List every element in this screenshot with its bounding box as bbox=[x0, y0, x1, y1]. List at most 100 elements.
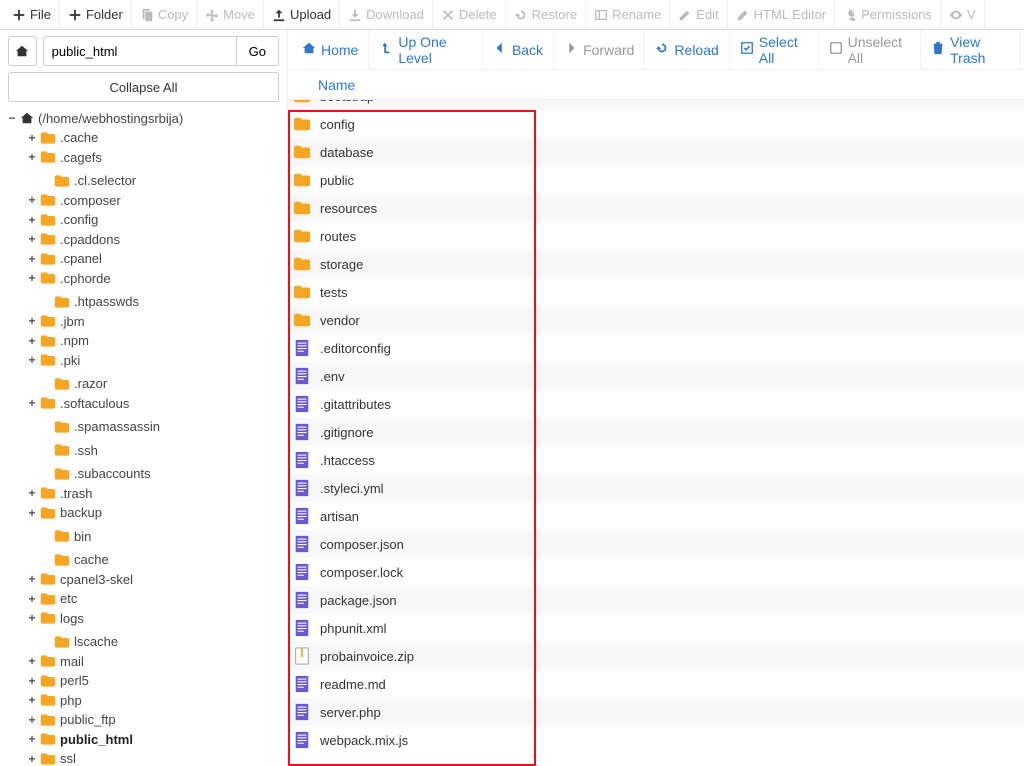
new-folder-button[interactable]: Folder bbox=[60, 0, 132, 29]
tree-item-label[interactable]: .htpasswds bbox=[72, 294, 139, 309]
tree-item-label[interactable]: php bbox=[58, 693, 82, 708]
tree-item-label[interactable]: .jbm bbox=[58, 314, 85, 329]
tree-item-label[interactable]: backup bbox=[58, 505, 102, 520]
file-list[interactable]: bootstrapconfigdatabasepublicresourcesro… bbox=[288, 100, 1024, 766]
file-row[interactable]: tests bbox=[288, 278, 1024, 306]
file-row[interactable]: config bbox=[288, 110, 1024, 138]
tree-item-label[interactable]: .npm bbox=[58, 333, 89, 348]
caret-icon[interactable]: + bbox=[26, 506, 38, 520]
caret-icon[interactable]: + bbox=[26, 592, 38, 606]
caret-icon[interactable]: + bbox=[26, 396, 38, 410]
file-row[interactable]: storage bbox=[288, 250, 1024, 278]
path-input[interactable] bbox=[43, 36, 236, 66]
view-trash-button[interactable]: View Trash bbox=[921, 30, 1020, 69]
tree-item-label[interactable]: .razor bbox=[72, 376, 107, 391]
caret-icon[interactable]: + bbox=[26, 693, 38, 707]
caret-icon[interactable]: + bbox=[26, 334, 38, 348]
file-row[interactable]: .editorconfig bbox=[288, 334, 1024, 362]
file-row[interactable]: server.php bbox=[288, 698, 1024, 726]
caret-icon[interactable]: + bbox=[26, 752, 38, 766]
caret-icon[interactable]: + bbox=[26, 213, 38, 227]
tree-item-label[interactable]: .cagefs bbox=[58, 150, 102, 165]
caret-icon[interactable]: + bbox=[26, 150, 38, 164]
back-button[interactable]: Back bbox=[483, 30, 554, 69]
home-path-button[interactable] bbox=[8, 36, 37, 66]
file-row[interactable]: artisan bbox=[288, 502, 1024, 530]
tree-item-label[interactable]: .subaccounts bbox=[72, 466, 151, 481]
file-row[interactable]: probainvoice.zip bbox=[288, 642, 1024, 670]
upload-button[interactable]: Upload bbox=[264, 0, 340, 29]
caret-icon[interactable]: + bbox=[26, 252, 38, 266]
tree-item-label[interactable]: .cache bbox=[58, 130, 98, 145]
tree-wrap[interactable]: − (/home/webhostingsrbija) + .cache + .cagef… bbox=[0, 102, 287, 766]
delete-icon bbox=[441, 8, 455, 22]
caret-icon[interactable]: + bbox=[26, 611, 38, 625]
tree-item-label[interactable]: .spamassassin bbox=[72, 419, 160, 434]
file-row[interactable]: database bbox=[288, 138, 1024, 166]
file-icon bbox=[292, 338, 312, 358]
file-row[interactable]: webpack.mix.js bbox=[288, 726, 1024, 754]
new-file-button[interactable]: File bbox=[4, 0, 60, 29]
file-row[interactable]: package.json bbox=[288, 586, 1024, 614]
caret-icon[interactable]: + bbox=[26, 654, 38, 668]
tree-item-label[interactable]: ssl bbox=[58, 751, 76, 766]
file-row[interactable]: public bbox=[288, 166, 1024, 194]
tree-item-label[interactable]: .config bbox=[58, 212, 98, 227]
file-row[interactable]: .styleci.yml bbox=[288, 474, 1024, 502]
home-button[interactable]: Home bbox=[292, 30, 369, 69]
collapse-all-button[interactable]: Collapse All bbox=[8, 72, 279, 102]
tree-item-label[interactable]: perl5 bbox=[58, 673, 89, 688]
caret-icon[interactable]: + bbox=[26, 674, 38, 688]
tree-item-label[interactable]: public_ftp bbox=[58, 712, 116, 727]
select-all-button[interactable]: Select All bbox=[730, 30, 819, 69]
caret-icon[interactable]: + bbox=[26, 131, 38, 145]
tree-item-label[interactable]: cpanel3-skel bbox=[58, 572, 133, 587]
caret-icon[interactable]: + bbox=[26, 232, 38, 246]
tree-item-label[interactable]: .pki bbox=[58, 353, 80, 368]
tree-item-label[interactable]: lscache bbox=[72, 634, 118, 649]
file-row[interactable]: bootstrap bbox=[288, 100, 1024, 110]
file-row[interactable]: phpunit.xml bbox=[288, 614, 1024, 642]
tree-item-label[interactable]: .trash bbox=[58, 486, 93, 501]
caret-icon[interactable]: + bbox=[26, 713, 38, 727]
tree-item-label[interactable]: .softaculous bbox=[58, 396, 129, 411]
tree-item-label[interactable]: .cphorde bbox=[58, 271, 111, 286]
file-row[interactable]: resources bbox=[288, 194, 1024, 222]
caret-icon[interactable]: + bbox=[26, 314, 38, 328]
file-row[interactable]: .gitignore bbox=[288, 418, 1024, 446]
caret-icon[interactable]: + bbox=[26, 732, 38, 746]
tree-item-label[interactable]: cache bbox=[72, 552, 109, 567]
name-column-header[interactable]: Name bbox=[318, 77, 355, 93]
caret-icon[interactable]: + bbox=[26, 353, 38, 367]
tree-item-label[interactable]: logs bbox=[58, 611, 84, 626]
tree-item-label[interactable]: etc bbox=[58, 591, 77, 606]
tree-item-label[interactable]: .composer bbox=[58, 193, 121, 208]
up-one-level-button[interactable]: Up One Level bbox=[369, 30, 483, 69]
forward-button[interactable]: Forward bbox=[554, 30, 645, 69]
file-row[interactable]: .gitattributes bbox=[288, 390, 1024, 418]
unselect-all-button[interactable]: Unselect All bbox=[819, 30, 922, 69]
tree-item-label[interactable]: .cl.selector bbox=[72, 173, 136, 188]
caret-icon[interactable]: + bbox=[26, 193, 38, 207]
caret-icon[interactable]: + bbox=[26, 271, 38, 285]
tree-item-label[interactable]: bin bbox=[72, 529, 91, 544]
go-button[interactable]: Go bbox=[236, 36, 279, 66]
file-row[interactable]: composer.lock bbox=[288, 558, 1024, 586]
file-row[interactable]: .env bbox=[288, 362, 1024, 390]
caret-icon[interactable]: + bbox=[26, 572, 38, 586]
tree-root-label[interactable]: (/home/webhostingsrbija) bbox=[36, 111, 183, 126]
caret-icon[interactable]: − bbox=[6, 111, 18, 125]
tree-item-label[interactable]: .cpanel bbox=[58, 251, 102, 266]
file-row[interactable]: vendor bbox=[288, 306, 1024, 334]
file-row[interactable]: readme.md bbox=[288, 670, 1024, 698]
tree-item-label[interactable]: public_html bbox=[58, 732, 133, 747]
list-header[interactable]: Name bbox=[288, 70, 1024, 100]
tree-item-label[interactable]: mail bbox=[58, 654, 84, 669]
file-row[interactable]: composer.json bbox=[288, 530, 1024, 558]
tree-item-label[interactable]: .cpaddons bbox=[58, 232, 120, 247]
file-row[interactable]: .htaccess bbox=[288, 446, 1024, 474]
caret-icon[interactable]: + bbox=[26, 486, 38, 500]
tree-item-label[interactable]: .ssh bbox=[72, 443, 98, 458]
reload-button[interactable]: Reload bbox=[645, 30, 729, 69]
file-row[interactable]: routes bbox=[288, 222, 1024, 250]
